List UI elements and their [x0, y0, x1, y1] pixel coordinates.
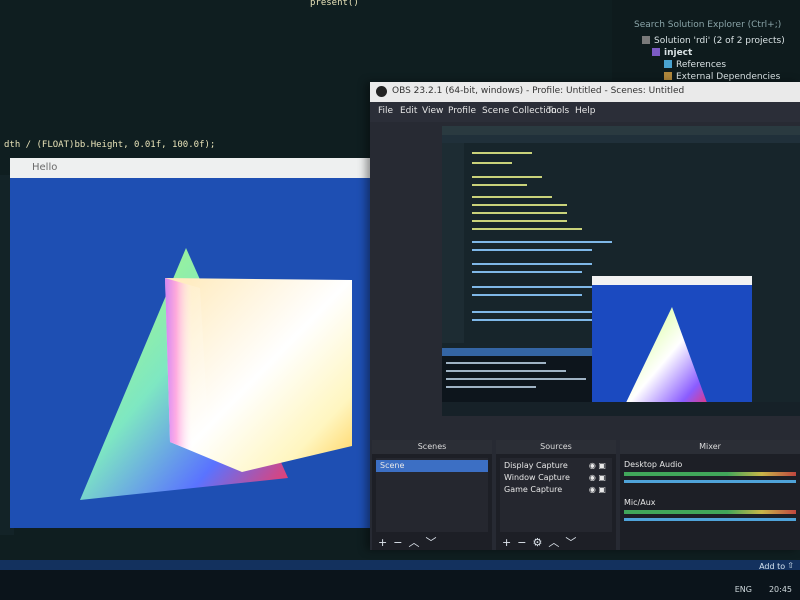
sources-dock-title: Sources — [496, 440, 616, 454]
mixer-dock-title: Mixer — [620, 440, 800, 454]
sources-dock: Sources Display Capture ◉ ▣ Window Captu… — [496, 440, 616, 550]
render-canvas — [80, 248, 352, 500]
solution-search-input[interactable]: Search Solution Explorer (Ctrl+;) — [634, 20, 781, 30]
menu-help[interactable]: Help — [575, 106, 596, 116]
add-to-source-control[interactable]: ⇧ Add to Source Control — [759, 561, 794, 589]
obs-titlebar[interactable]: OBS 23.2.1 (64-bit, windows) - Profile: … — [370, 82, 800, 102]
obs-title: OBS 23.2.1 (64-bit, windows) - Profile: … — [392, 86, 685, 96]
menu-scene-collection[interactable]: Scene Collection — [482, 106, 557, 116]
mixer-dock: Mixer Desktop Audio Mic/Aux — [620, 440, 800, 550]
add-scene-icon[interactable]: + — [378, 536, 393, 549]
scenes-dock: Scenes Scene +−︿﹀ — [372, 440, 492, 550]
source-display-capture[interactable]: Display Capture ◉ ▣ — [500, 460, 612, 472]
source-settings-gear-icon[interactable]: ⚙ — [532, 536, 548, 549]
render-window-titlebar[interactable]: Hello — [10, 158, 370, 178]
remove-source-icon[interactable]: − — [517, 536, 532, 549]
move-down-icon[interactable]: ﹀ — [425, 536, 442, 549]
mixer-mic-label: Mic/Aux — [624, 498, 656, 507]
desktop-audio-meter — [624, 472, 796, 476]
desktop-audio-slider[interactable] — [624, 480, 796, 483]
obs-logo-icon — [376, 86, 387, 97]
solution-icon — [642, 36, 650, 44]
preview-triangle — [622, 307, 710, 411]
remove-scene-icon[interactable]: − — [393, 536, 408, 549]
add-source-icon[interactable]: + — [502, 536, 517, 549]
mic-meter — [624, 510, 796, 514]
external-deps-icon — [664, 72, 672, 80]
menu-profile[interactable]: Profile — [448, 106, 476, 116]
preview-render-titlebar — [592, 276, 752, 285]
obs-window: OBS 23.2.1 (64-bit, windows) - Profile: … — [370, 82, 800, 550]
menu-file[interactable]: File — [378, 106, 393, 116]
scenes-dock-title: Scenes — [372, 440, 492, 454]
tree-item-solution[interactable]: Solution 'rdi' (2 of 2 projects) — [642, 36, 785, 46]
project-icon — [652, 48, 660, 56]
code-line-projection: dth / (FLOAT)bb.Height, 0.01f, 100.0f); — [4, 140, 216, 150]
preview-taskbar — [442, 402, 800, 416]
tree-item-references[interactable]: References — [664, 60, 726, 70]
move-up-icon[interactable]: ︿ — [548, 536, 565, 549]
move-up-icon[interactable]: ︿ — [408, 536, 425, 549]
menu-view[interactable]: View — [422, 106, 443, 116]
mic-slider[interactable] — [624, 518, 796, 521]
solution-explorer: Search Solution Explorer (Ctrl+;) Soluti… — [612, 0, 800, 95]
taskbar-language[interactable]: ENG — [735, 585, 752, 594]
preview-triangle-canvas — [622, 307, 710, 411]
menu-edit[interactable]: Edit — [400, 106, 417, 116]
obs-menubar: File Edit View Profile Scene Collection … — [370, 102, 800, 122]
tree-item-external-deps[interactable]: External Dependencies — [664, 72, 780, 82]
sources-controls: +−⚙︿﹀ — [502, 534, 582, 549]
mixer-desktop-audio-label: Desktop Audio — [624, 460, 683, 469]
code-line-present: present() — [310, 0, 359, 8]
eye-icon[interactable]: ◉ ▣ — [589, 484, 606, 496]
eye-icon[interactable]: ◉ ▣ — [589, 472, 606, 484]
source-window-capture[interactable]: Window Capture ◉ ▣ — [500, 472, 612, 484]
sources-list: Display Capture ◉ ▣ Window Capture ◉ ▣ G… — [500, 458, 612, 532]
references-icon — [664, 60, 672, 68]
source-game-capture[interactable]: Game Capture ◉ ▣ — [500, 484, 612, 496]
obs-preview[interactable] — [442, 126, 800, 416]
taskbar: ENG 20:45 — [0, 570, 800, 600]
eye-icon[interactable]: ◉ ▣ — [589, 460, 606, 472]
render-window-title: Hello — [32, 162, 58, 173]
menu-tools[interactable]: Tools — [547, 106, 569, 116]
scene-item[interactable]: Scene — [376, 460, 488, 472]
taskbar-clock[interactable]: 20:45 — [769, 585, 792, 594]
tree-item-project[interactable]: inject — [652, 48, 692, 58]
preview-render-window — [592, 276, 752, 416]
move-down-icon[interactable]: ﹀ — [565, 536, 582, 549]
scenes-list: Scene — [376, 458, 488, 532]
render-window: Hello — [10, 158, 370, 528]
scenes-controls: +−︿﹀ — [378, 534, 442, 549]
